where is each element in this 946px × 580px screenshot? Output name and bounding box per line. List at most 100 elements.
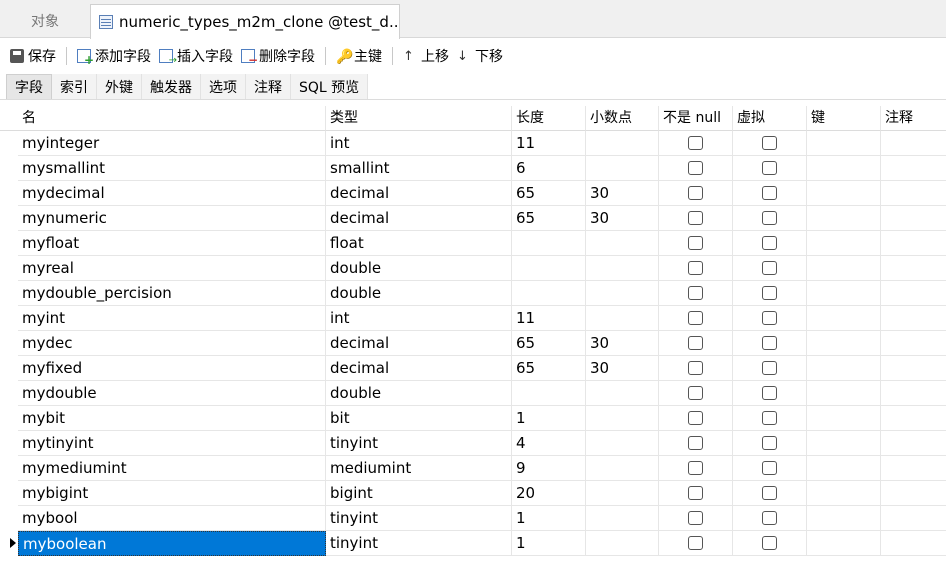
field-type-cell[interactable]: double bbox=[326, 256, 512, 281]
field-decimals-cell[interactable] bbox=[586, 256, 659, 281]
key-cell[interactable] bbox=[807, 281, 881, 306]
field-type-cell[interactable]: tinyint bbox=[326, 431, 512, 456]
field-length-cell[interactable]: 65 bbox=[512, 206, 586, 231]
column-header-key[interactable]: 键 bbox=[807, 106, 881, 131]
field-type-cell[interactable]: decimal bbox=[326, 356, 512, 381]
table-row[interactable]: myboolean tinyint 1 bbox=[0, 531, 946, 556]
column-header-type[interactable]: 类型 bbox=[326, 106, 512, 131]
not-null-checkbox[interactable] bbox=[688, 486, 703, 500]
field-name-cell[interactable]: mydec bbox=[18, 331, 326, 356]
virtual-checkbox[interactable] bbox=[762, 186, 777, 200]
comment-cell[interactable] bbox=[881, 331, 946, 356]
field-length-cell[interactable] bbox=[512, 281, 586, 306]
field-name-cell[interactable]: mydouble bbox=[18, 381, 326, 406]
table-row[interactable]: myreal double bbox=[0, 256, 946, 281]
table-row[interactable]: myfixed decimal 65 30 bbox=[0, 356, 946, 381]
virtual-checkbox[interactable] bbox=[762, 286, 777, 300]
table-row[interactable]: mymediumint mediumint 9 bbox=[0, 456, 946, 481]
not-null-checkbox[interactable] bbox=[688, 361, 703, 375]
field-decimals-cell[interactable]: 30 bbox=[586, 356, 659, 381]
comment-cell[interactable] bbox=[881, 381, 946, 406]
comment-cell[interactable] bbox=[881, 406, 946, 431]
field-length-cell[interactable]: 1 bbox=[512, 531, 586, 556]
not-null-checkbox[interactable] bbox=[688, 286, 703, 300]
virtual-checkbox[interactable] bbox=[762, 536, 777, 550]
column-header-comment[interactable]: 注释 bbox=[881, 106, 946, 131]
tab-options[interactable]: 选项 bbox=[201, 74, 246, 99]
key-cell[interactable] bbox=[807, 406, 881, 431]
tab-comment[interactable]: 注释 bbox=[246, 74, 291, 99]
key-cell[interactable] bbox=[807, 231, 881, 256]
field-name-cell[interactable]: myfloat bbox=[18, 231, 326, 256]
table-row[interactable]: myint int 11 bbox=[0, 306, 946, 331]
virtual-checkbox[interactable] bbox=[762, 236, 777, 250]
comment-cell[interactable] bbox=[881, 131, 946, 156]
virtual-checkbox[interactable] bbox=[762, 386, 777, 400]
key-cell[interactable] bbox=[807, 331, 881, 356]
field-decimals-cell[interactable] bbox=[586, 381, 659, 406]
field-decimals-cell[interactable] bbox=[586, 131, 659, 156]
field-decimals-cell[interactable]: 30 bbox=[586, 181, 659, 206]
field-length-cell[interactable]: 6 bbox=[512, 156, 586, 181]
field-decimals-cell[interactable] bbox=[586, 231, 659, 256]
not-null-checkbox[interactable] bbox=[688, 336, 703, 350]
virtual-checkbox[interactable] bbox=[762, 136, 777, 150]
key-cell[interactable] bbox=[807, 456, 881, 481]
field-length-cell[interactable]: 65 bbox=[512, 181, 586, 206]
field-decimals-cell[interactable] bbox=[586, 406, 659, 431]
field-name-cell[interactable]: myreal bbox=[18, 256, 326, 281]
field-decimals-cell[interactable]: 30 bbox=[586, 206, 659, 231]
tab-fields[interactable]: 字段 bbox=[6, 74, 52, 99]
tab-sql-preview[interactable]: SQL 预览 bbox=[291, 74, 369, 99]
column-header-virtual[interactable]: 虚拟 bbox=[733, 106, 807, 131]
key-cell[interactable] bbox=[807, 206, 881, 231]
virtual-checkbox[interactable] bbox=[762, 211, 777, 225]
tab-table-design[interactable]: numeric_types_m2m_clone @test_d... bbox=[90, 4, 400, 39]
field-name-cell[interactable]: mydouble_percision bbox=[18, 281, 326, 306]
table-row[interactable]: mybigint bigint 20 bbox=[0, 481, 946, 506]
field-length-cell[interactable]: 1 bbox=[512, 406, 586, 431]
field-length-cell[interactable] bbox=[512, 231, 586, 256]
field-name-cell[interactable]: myinteger bbox=[18, 131, 326, 156]
tab-objects[interactable]: 对象 bbox=[0, 4, 90, 38]
field-decimals-cell[interactable] bbox=[586, 531, 659, 556]
field-type-cell[interactable]: tinyint bbox=[326, 506, 512, 531]
field-length-cell[interactable]: 1 bbox=[512, 506, 586, 531]
comment-cell[interactable] bbox=[881, 306, 946, 331]
comment-cell[interactable] bbox=[881, 506, 946, 531]
field-name-cell[interactable]: myboolean bbox=[18, 531, 326, 556]
not-null-checkbox[interactable] bbox=[688, 311, 703, 325]
key-cell[interactable] bbox=[807, 506, 881, 531]
field-type-cell[interactable]: bigint bbox=[326, 481, 512, 506]
field-name-cell[interactable]: mybit bbox=[18, 406, 326, 431]
not-null-checkbox[interactable] bbox=[688, 511, 703, 525]
comment-cell[interactable] bbox=[881, 206, 946, 231]
field-type-cell[interactable]: decimal bbox=[326, 331, 512, 356]
comment-cell[interactable] bbox=[881, 181, 946, 206]
tab-triggers[interactable]: 触发器 bbox=[142, 74, 201, 99]
key-cell[interactable] bbox=[807, 356, 881, 381]
comment-cell[interactable] bbox=[881, 531, 946, 556]
field-type-cell[interactable]: mediumint bbox=[326, 456, 512, 481]
field-decimals-cell[interactable] bbox=[586, 306, 659, 331]
field-decimals-cell[interactable] bbox=[586, 156, 659, 181]
virtual-checkbox[interactable] bbox=[762, 486, 777, 500]
field-name-cell[interactable]: mydecimal bbox=[18, 181, 326, 206]
not-null-checkbox[interactable] bbox=[688, 236, 703, 250]
not-null-checkbox[interactable] bbox=[688, 136, 703, 150]
comment-cell[interactable] bbox=[881, 356, 946, 381]
field-name-cell[interactable]: mysmallint bbox=[18, 156, 326, 181]
field-type-cell[interactable]: int bbox=[326, 306, 512, 331]
table-row[interactable]: mynumeric decimal 65 30 bbox=[0, 206, 946, 231]
move-down-button[interactable]: ↓ 下移 bbox=[457, 46, 503, 66]
virtual-checkbox[interactable] bbox=[762, 511, 777, 525]
key-cell[interactable] bbox=[807, 381, 881, 406]
comment-cell[interactable] bbox=[881, 456, 946, 481]
virtual-checkbox[interactable] bbox=[762, 411, 777, 425]
field-type-cell[interactable]: tinyint bbox=[326, 531, 512, 556]
table-row[interactable]: mybool tinyint 1 bbox=[0, 506, 946, 531]
field-decimals-cell[interactable] bbox=[586, 481, 659, 506]
field-name-cell[interactable]: mybigint bbox=[18, 481, 326, 506]
table-row[interactable]: mydouble double bbox=[0, 381, 946, 406]
table-row[interactable]: mytinyint tinyint 4 bbox=[0, 431, 946, 456]
